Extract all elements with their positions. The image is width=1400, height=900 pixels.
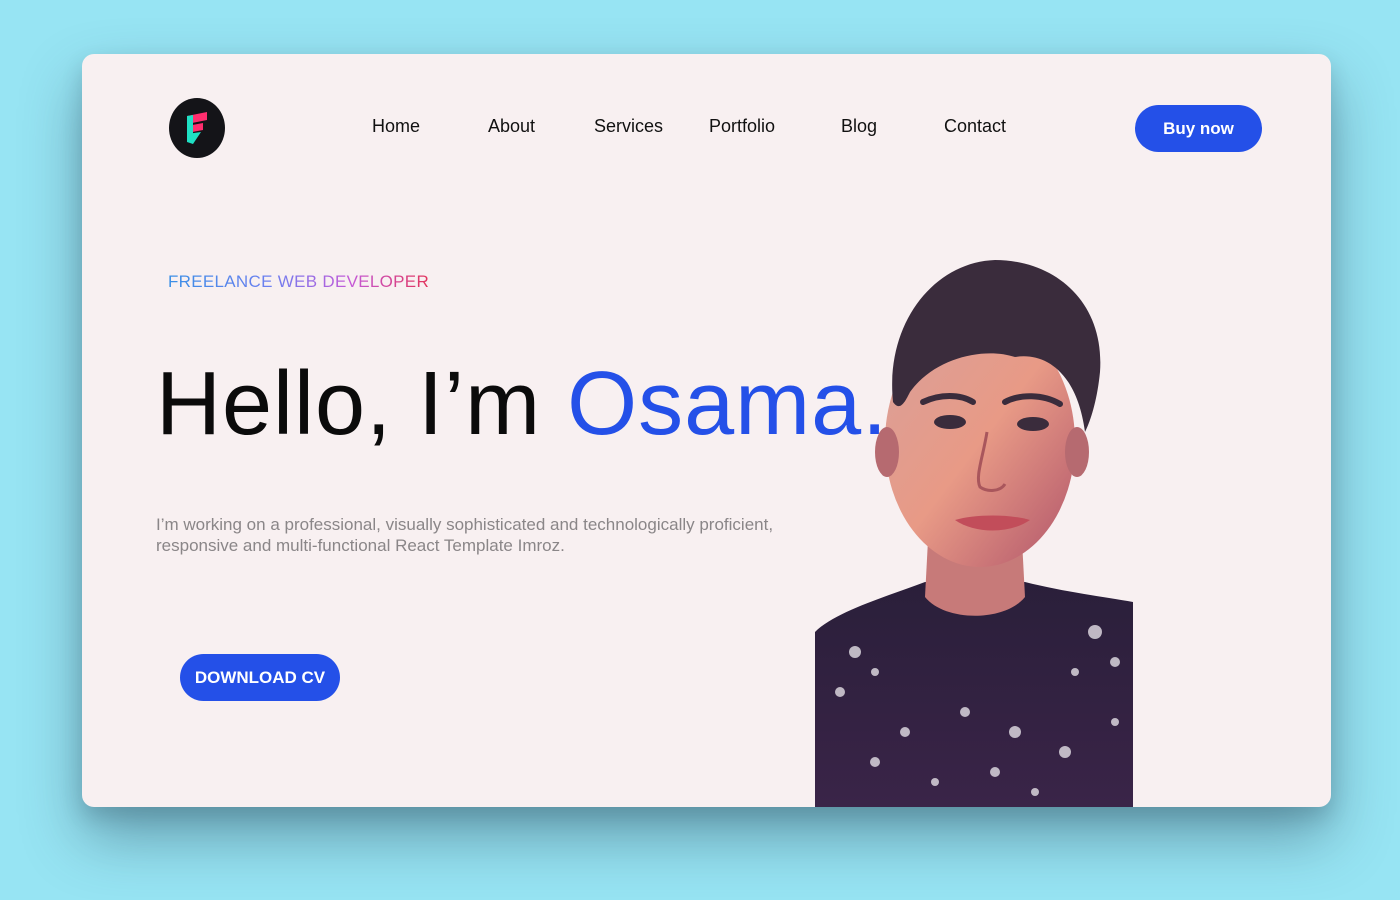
buy-now-button[interactable]: Buy now — [1135, 105, 1262, 152]
profile-photo — [815, 260, 1133, 807]
landing-page-card: Home About Services Portfolio Blog Conta… — [82, 54, 1331, 807]
nav-item-home[interactable]: Home — [372, 116, 420, 137]
hero-title: Hello, I’m Osama. — [156, 354, 888, 454]
download-cv-button[interactable]: DOWNLOAD CV — [180, 654, 340, 701]
hero-title-prefix: Hello, I’m — [156, 354, 568, 454]
hero-tagline: FREELANCE WEB DEVELOPER — [168, 272, 430, 291]
hero-description: I’m working on a professional, visually … — [156, 515, 774, 555]
nav-item-about[interactable]: About — [488, 116, 535, 137]
nav-item-contact[interactable]: Contact — [944, 116, 1006, 137]
nav-item-services[interactable]: Services — [594, 116, 663, 137]
nav-item-portfolio[interactable]: Portfolio — [709, 116, 775, 137]
nav-item-blog[interactable]: Blog — [841, 116, 877, 137]
brand-logo-icon[interactable] — [169, 98, 225, 158]
